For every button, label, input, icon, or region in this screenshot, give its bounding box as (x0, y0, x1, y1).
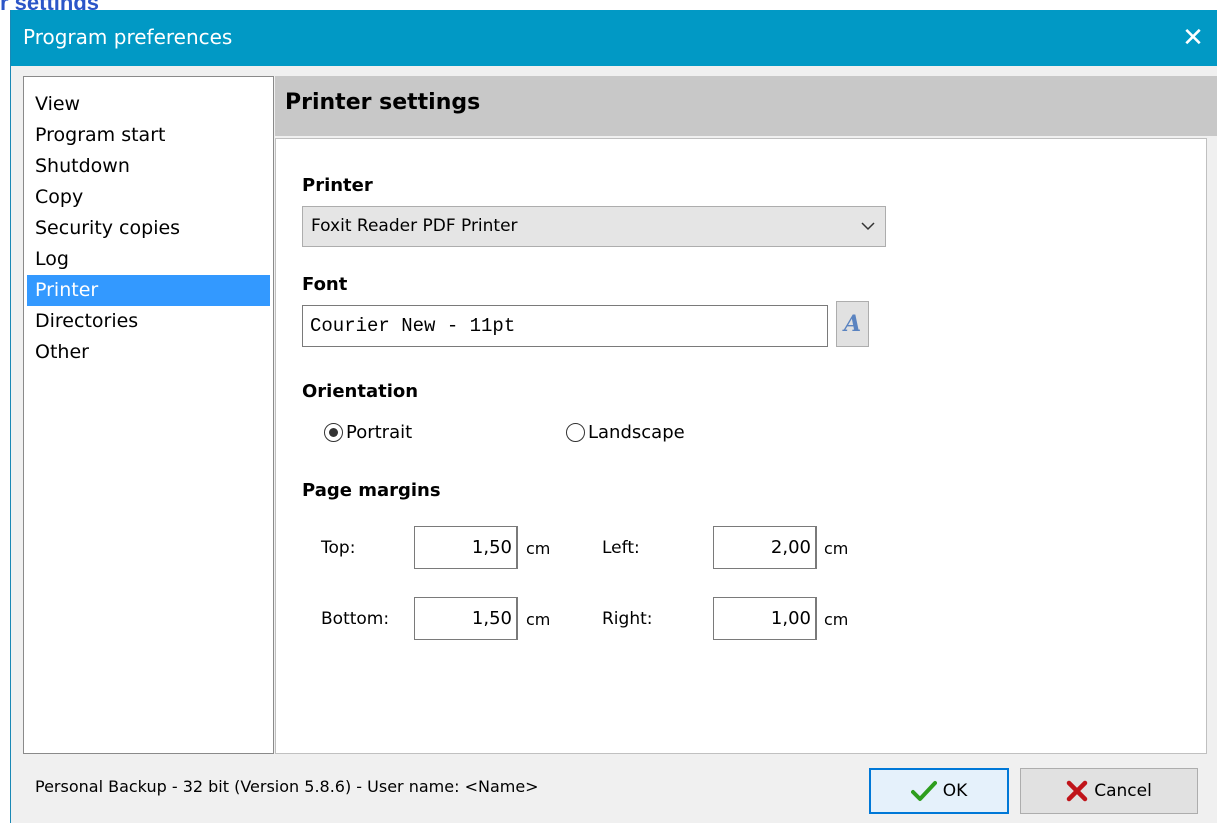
close-icon: ✕ (1182, 23, 1204, 53)
radio-checked-icon (324, 423, 343, 442)
cancel-button[interactable]: Cancel (1020, 768, 1198, 814)
cancel-label: Cancel (1094, 781, 1152, 801)
nav-item-copy[interactable]: Copy (27, 182, 270, 213)
bottom-margin-label: Bottom: (321, 609, 390, 629)
landscape-radio[interactable]: Landscape (566, 422, 685, 443)
nav-item-directories[interactable]: Directories (27, 306, 270, 337)
nav-item-log[interactable]: Log (27, 244, 270, 275)
preferences-dialog: Program preferences ✕ View Program start… (10, 10, 1217, 823)
right-margin-unit: cm (824, 610, 849, 629)
nav-item-other[interactable]: Other (27, 337, 270, 368)
page-margins-label: Page margins (302, 480, 441, 501)
font-label: Font (302, 274, 348, 295)
chevron-down-icon (861, 216, 875, 235)
printer-select-value: Foxit Reader PDF Printer (311, 216, 518, 236)
printer-settings-panel: Printer Foxit Reader PDF Printer Font Co… (275, 138, 1207, 754)
top-margin-input[interactable]: 1,50 (414, 526, 518, 569)
bottom-margin-value: 1,50 (472, 598, 517, 639)
ok-button[interactable]: OK (869, 768, 1009, 814)
top-margin-value: 1,50 (472, 527, 517, 568)
right-margin-label: Right: (602, 609, 653, 629)
right-margin-input[interactable]: 1,00 (713, 597, 817, 640)
window-title: Program preferences (23, 25, 233, 49)
bottom-margin-unit: cm (526, 610, 551, 629)
left-margin-input[interactable]: 2,00 (713, 526, 817, 569)
nav-item-view[interactable]: View (27, 89, 270, 120)
left-margin-label: Left: (602, 538, 640, 558)
left-margin-value: 2,00 (771, 527, 816, 568)
printer-label: Printer (302, 175, 373, 196)
orientation-label: Orientation (302, 381, 419, 402)
checkmark-icon (910, 780, 937, 802)
status-text: Personal Backup - 32 bit (Version 5.8.6)… (35, 777, 539, 796)
top-margin-label: Top: (321, 538, 356, 558)
bottom-margin-input[interactable]: 1,50 (414, 597, 518, 640)
ok-label: OK (942, 781, 968, 801)
category-list[interactable]: View Program start Shutdown Copy Securit… (23, 76, 274, 754)
right-margin-value: 1,00 (771, 598, 816, 639)
portrait-label: Portrait (346, 422, 413, 443)
top-margin-unit: cm (526, 539, 551, 558)
landscape-label: Landscape (588, 422, 685, 443)
cross-icon (1066, 780, 1088, 802)
nav-item-printer[interactable]: Printer (27, 275, 270, 306)
portrait-radio[interactable]: Portrait (324, 422, 412, 443)
close-button[interactable]: ✕ (1168, 10, 1217, 66)
font-icon: A (843, 311, 862, 337)
font-field[interactable]: Courier New - 11pt (302, 305, 828, 347)
radio-unchecked-icon (566, 423, 585, 442)
nav-item-security-copies[interactable]: Security copies (27, 213, 270, 244)
panel-title: Printer settings (285, 90, 481, 115)
nav-item-shutdown[interactable]: Shutdown (27, 151, 270, 182)
nav-item-program-start[interactable]: Program start (27, 120, 270, 151)
printer-select[interactable]: Foxit Reader PDF Printer (302, 206, 886, 247)
left-margin-unit: cm (824, 539, 849, 558)
panel-header: Printer settings (275, 76, 1217, 136)
title-bar[interactable]: Program preferences ✕ (11, 10, 1217, 66)
choose-font-button[interactable]: A (836, 301, 869, 347)
